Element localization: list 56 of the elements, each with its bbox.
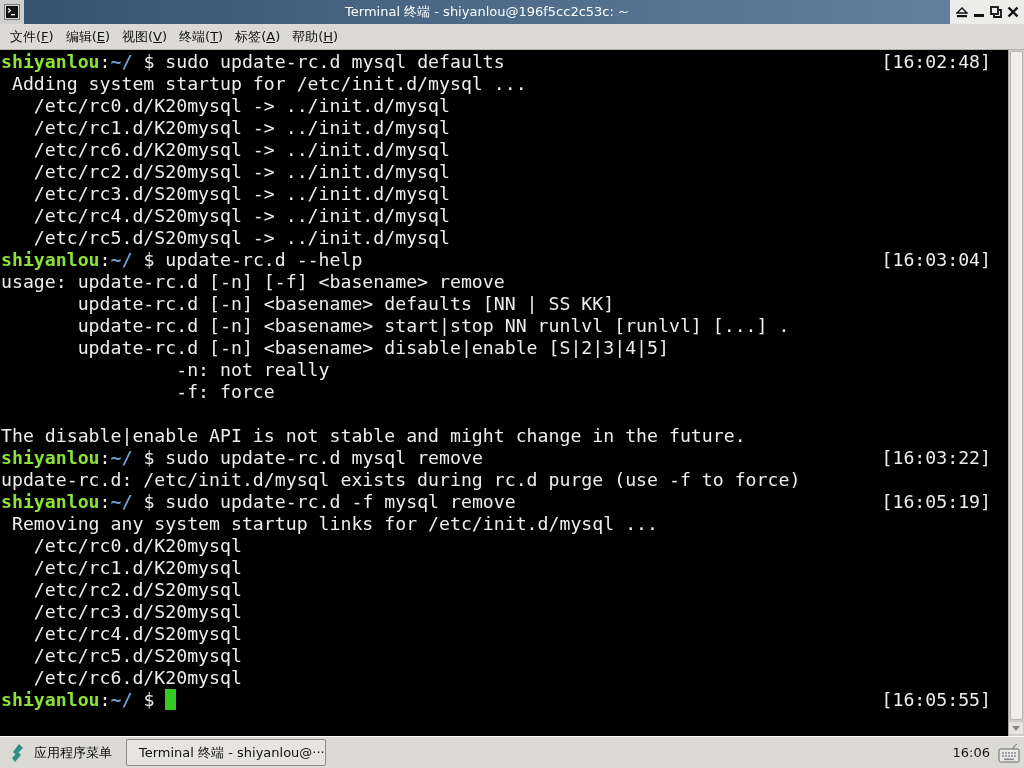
menu-item[interactable]: 编辑(E) bbox=[59, 24, 116, 49]
window-title: Terminal 终端 - shiyanlou@196f5cc2c53c: ~ bbox=[344, 3, 630, 21]
menu-item[interactable]: 帮助(H) bbox=[286, 24, 345, 49]
menu-item[interactable]: 视图(V) bbox=[116, 24, 174, 49]
output-line: /etc/rc6.d/K20mysql bbox=[32, 667, 242, 689]
output-line: update-rc.d [-n] <basename> start|stop NN runlvl [runlvl] [...] . bbox=[76, 315, 790, 337]
output-line: /etc/rc3.d/S20mysql bbox=[32, 601, 242, 623]
output-line: -n: not really bbox=[175, 359, 330, 381]
output-line: update-rc.d [-n] <basename> defaults [NN | SS KK] bbox=[76, 293, 615, 315]
output-line: The disable|enable API is not stable and might change in the future. bbox=[1, 425, 746, 447]
output-line: Removing any system startup links for /etc/init.d/mysql ... bbox=[10, 513, 658, 535]
output-line: /etc/rc2.d/S20mysql -> ../init.d/mysql bbox=[32, 161, 450, 183]
maximize-icon bbox=[989, 6, 1002, 18]
output-line: -f: force bbox=[175, 381, 275, 403]
output-line: /etc/rc2.d/S20mysql bbox=[32, 579, 242, 601]
eject-icon bbox=[955, 6, 968, 18]
output-line: /etc/rc3.d/S20mysql -> ../init.d/mysql bbox=[32, 183, 450, 205]
scroll-down-icon[interactable] bbox=[1009, 722, 1023, 734]
output-line: /etc/rc1.d/K20mysql bbox=[32, 557, 242, 579]
minimize-icon bbox=[973, 14, 984, 17]
output-line: usage: update-rc.d [-n] [-f] <basename> remove bbox=[1, 271, 505, 293]
scrollbar-thumb[interactable] bbox=[1010, 51, 1023, 720]
output-line: update-rc.d [-n] <basename> disable|enable [S|2|3|4|5] bbox=[76, 337, 669, 359]
output-line: /etc/rc5.d/S20mysql bbox=[32, 645, 242, 667]
output-line: /etc/rc6.d/K20mysql -> ../init.d/mysql bbox=[32, 139, 450, 161]
close-icon bbox=[1006, 6, 1019, 18]
menu-item[interactable]: 终端(T) bbox=[173, 24, 230, 49]
logo-icon bbox=[10, 743, 24, 762]
timestamp: [16:05:19] bbox=[881, 491, 991, 513]
output-line: /etc/rc0.d/K20mysql -> ../init.d/mysql bbox=[32, 95, 450, 117]
output-line: /etc/rc5.d/S20mysql -> ../init.d/mysql bbox=[32, 227, 450, 249]
timestamp: [16:03:04] bbox=[881, 249, 991, 271]
command-line: shiyanlou:~/ $ update-rc.d --help bbox=[1, 249, 363, 271]
output-line: Adding system startup for /etc/init.d/mysql ... bbox=[10, 73, 527, 95]
command-line: shiyanlou:~/ $ sudo update-rc.d mysql defaults bbox=[1, 51, 505, 73]
taskbar-button[interactable]: Terminal 终端 - shiyanlou@··· bbox=[126, 739, 326, 766]
output-line: /etc/rc0.d/K20mysql bbox=[32, 535, 242, 557]
maximize-button[interactable] bbox=[987, 4, 1004, 20]
terminal-icon[interactable] bbox=[4, 4, 20, 20]
timestamp: [16:02:48] bbox=[881, 51, 991, 73]
command-line: shiyanlou:~/ $ bbox=[1, 689, 155, 711]
output-line: /etc/rc4.d/S20mysql bbox=[32, 623, 242, 645]
output-line: /etc/rc1.d/K20mysql -> ../init.d/mysql bbox=[32, 117, 450, 139]
command-line: shiyanlou:~/ $ sudo update-rc.d -f mysql remove bbox=[1, 491, 516, 513]
timestamp: [16:03:22] bbox=[881, 447, 991, 469]
scrollbar[interactable] bbox=[1008, 50, 1024, 736]
app-menu-button[interactable]: 应用程序菜单 bbox=[8, 743, 118, 762]
menu-item[interactable]: 文件(F) bbox=[4, 24, 60, 49]
output-line: /etc/rc4.d/S20mysql -> ../init.d/mysql bbox=[32, 205, 450, 227]
clock: 16:06 bbox=[952, 745, 990, 760]
timestamp: [16:05:55] bbox=[881, 689, 991, 711]
keyboard-icon[interactable] bbox=[998, 742, 1020, 763]
menu-item[interactable]: 标签(A) bbox=[229, 24, 287, 49]
roll-up-button[interactable] bbox=[953, 4, 970, 20]
output-line: update-rc.d: /etc/init.d/mysql exists during rc.d purge (use -f to force) bbox=[1, 469, 801, 491]
command-line: shiyanlou:~/ $ sudo update-rc.d mysql remove bbox=[1, 447, 483, 469]
